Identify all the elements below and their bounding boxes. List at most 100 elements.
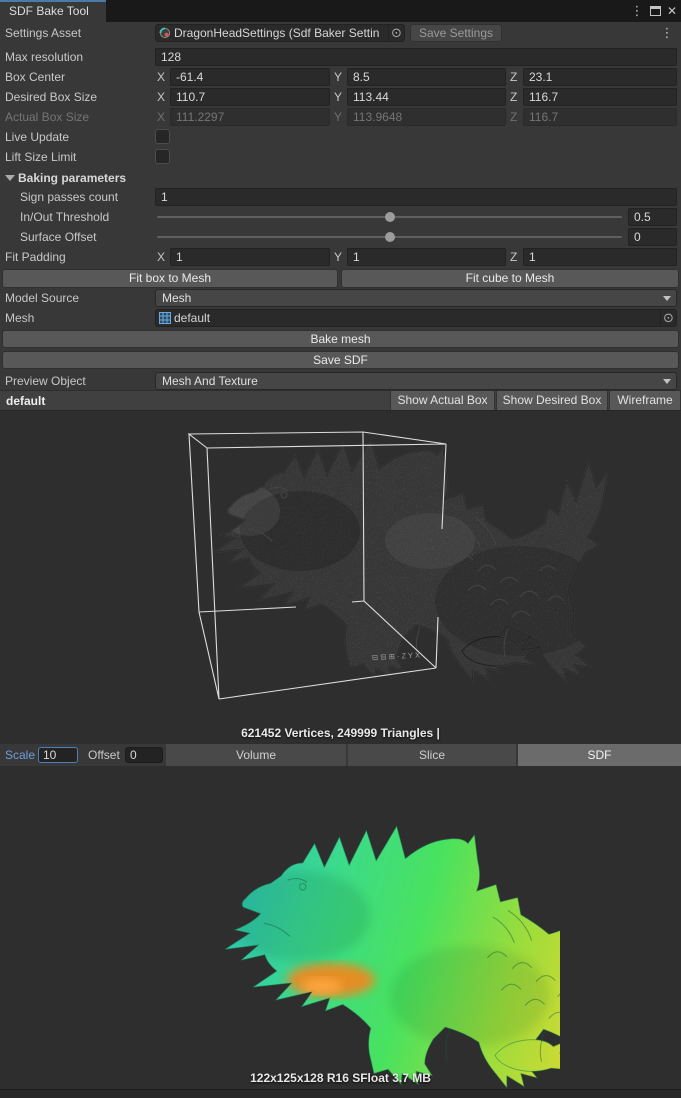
live-update-checkbox[interactable] [155, 129, 170, 144]
title-bar: SDF Bake Tool ⋮ ✕ [0, 0, 681, 22]
desired-box-size-label: Desired Box Size [5, 88, 97, 106]
close-icon[interactable]: ✕ [665, 0, 679, 22]
fit-padding-row: Fit Padding X Y Z [0, 248, 681, 266]
settings-asset-value: DragonHeadSettings (Sdf Baker Settin [171, 26, 388, 40]
surface-offset-input[interactable] [628, 228, 677, 246]
lift-size-limit-label: Lift Size Limit [5, 148, 76, 166]
window-title: SDF Bake Tool [0, 2, 106, 21]
x-drag-label[interactable]: X [157, 68, 165, 86]
mesh-value: default [171, 311, 660, 325]
sdf-info-text: 122x125x128 R16 SFloat 3.7 MB [0, 1071, 681, 1085]
z-drag-label[interactable]: Z [510, 68, 517, 86]
model-source-label: Model Source [5, 289, 79, 307]
viewer-tab-volume[interactable]: Volume [166, 744, 346, 766]
preview-object-label: Preview Object [5, 372, 86, 390]
mesh-row: Mesh default ⊙ [0, 309, 681, 327]
pane-menu-icon[interactable]: ⋮ [660, 22, 674, 44]
viewer-tab-sdf[interactable]: SDF [518, 744, 681, 766]
object-picker-icon[interactable]: ⊙ [660, 310, 676, 326]
scale-input[interactable] [38, 747, 78, 763]
box-center-z-input[interactable] [523, 68, 677, 86]
surface-offset-slider[interactable] [157, 236, 622, 238]
save-sdf-button[interactable]: Save SDF [2, 351, 679, 369]
show-desired-box-button[interactable]: Show Desired Box [496, 391, 608, 410]
object-picker-icon[interactable]: ⊙ [388, 25, 404, 41]
wireframe-button[interactable]: Wireframe [609, 391, 681, 410]
save-settings-button[interactable]: Save Settings [410, 24, 502, 42]
preview-object-name: default [6, 391, 45, 411]
bake-mesh-button[interactable]: Bake mesh [2, 330, 679, 348]
y-drag-label[interactable]: Y [334, 68, 342, 86]
preview-object-value: Mesh And Texture [162, 374, 258, 388]
save-sdf-row: Save SDF [0, 351, 681, 369]
window-bottom-edge [0, 1089, 681, 1098]
chevron-down-icon [663, 379, 671, 384]
box-center-x-input[interactable] [170, 68, 330, 86]
mesh-preview-viewport[interactable]: ⊟ ⊟ ⊞ · Z Y X 621452 Vertices, 249999 Tr… [0, 411, 681, 744]
fit-padding-y-input[interactable] [347, 248, 506, 266]
actual-box-size-z-value [523, 108, 677, 126]
lift-size-limit-checkbox[interactable] [155, 149, 170, 164]
scriptable-object-icon [159, 27, 171, 39]
in-out-threshold-slider[interactable] [157, 216, 622, 218]
fit-cube-to-mesh-button[interactable]: Fit cube to Mesh [341, 269, 679, 288]
desired-box-size-row: Desired Box Size X Y Z [0, 88, 681, 106]
y-label: Y [334, 108, 342, 126]
viewer-tab-slice[interactable]: Slice [348, 744, 516, 766]
sign-passes-count-label: Sign passes count [20, 188, 118, 206]
desired-box-size-y-input[interactable] [347, 88, 506, 106]
live-update-row: Live Update [0, 128, 681, 146]
desired-box-size-x-input[interactable] [170, 88, 330, 106]
desired-box-size-z-input[interactable] [523, 88, 677, 106]
preview-object-dropdown[interactable]: Mesh And Texture [155, 372, 677, 390]
fit-buttons-row: Fit box to Mesh Fit cube to Mesh [0, 269, 681, 288]
sdf-preview-canvas [0, 766, 681, 1089]
slider-thumb[interactable] [385, 212, 395, 222]
sdf-preview-viewport[interactable]: 122x125x128 R16 SFloat 3.7 MB [0, 766, 681, 1089]
baking-parameters-foldout[interactable]: Baking parameters [0, 169, 681, 187]
surface-offset-row: Surface Offset [0, 228, 681, 246]
z-drag-label[interactable]: Z [510, 88, 517, 106]
mesh-stats-text: 621452 Vertices, 249999 Triangles | [0, 726, 681, 740]
in-out-threshold-input[interactable] [628, 208, 677, 226]
surface-offset-label: Surface Offset [20, 228, 96, 246]
sdf-dragon [225, 826, 653, 1088]
lift-size-limit-row: Lift Size Limit [0, 148, 681, 166]
actual-box-size-x-value [170, 108, 330, 126]
offset-input[interactable] [125, 747, 163, 763]
preview-toolbar: default Show Actual Box Show Desired Box… [0, 390, 681, 411]
y-drag-label[interactable]: Y [334, 88, 342, 106]
model-source-dropdown[interactable]: Mesh [155, 289, 677, 307]
show-actual-box-button[interactable]: Show Actual Box [390, 391, 495, 410]
actual-box-size-y-value [347, 108, 506, 126]
preview-object-row: Preview Object Mesh And Texture [0, 372, 681, 390]
z-drag-label[interactable]: Z [510, 248, 517, 266]
settings-asset-row: Settings Asset DragonHeadSettings (Sdf B… [0, 24, 681, 42]
model-source-value: Mesh [162, 291, 191, 305]
dragon-mesh [150, 421, 630, 721]
settings-asset-field[interactable]: DragonHeadSettings (Sdf Baker Settin ⊙ [155, 24, 405, 42]
maximize-icon[interactable] [648, 0, 664, 22]
settings-asset-label: Settings Asset [5, 24, 81, 42]
box-center-y-input[interactable] [347, 68, 506, 86]
fit-padding-z-input[interactable] [523, 248, 677, 266]
actual-box-size-row: Actual Box Size X Y Z [0, 108, 681, 126]
x-drag-label[interactable]: X [157, 248, 165, 266]
offset-label: Offset [88, 744, 120, 766]
sign-passes-count-input[interactable] [155, 188, 677, 206]
in-out-threshold-label: In/Out Threshold [20, 208, 109, 226]
mesh-preview-canvas: ⊟ ⊟ ⊞ · Z Y X [0, 411, 681, 744]
window-menu-icon[interactable]: ⋮ [630, 0, 644, 22]
slider-thumb[interactable] [385, 232, 395, 242]
x-drag-label[interactable]: X [157, 88, 165, 106]
chevron-down-icon [663, 296, 671, 301]
fit-box-to-mesh-button[interactable]: Fit box to Mesh [2, 269, 338, 288]
box-center-label: Box Center [5, 68, 65, 86]
foldout-arrow-icon [5, 175, 15, 181]
tab-sdf-bake-tool[interactable]: SDF Bake Tool [0, 0, 106, 22]
fit-padding-x-input[interactable] [170, 248, 330, 266]
mesh-object-field[interactable]: default ⊙ [155, 309, 677, 327]
max-resolution-input[interactable] [155, 48, 677, 66]
viewer-control-bar: Scale Offset Volume Slice SDF [0, 744, 681, 766]
y-drag-label[interactable]: Y [334, 248, 342, 266]
